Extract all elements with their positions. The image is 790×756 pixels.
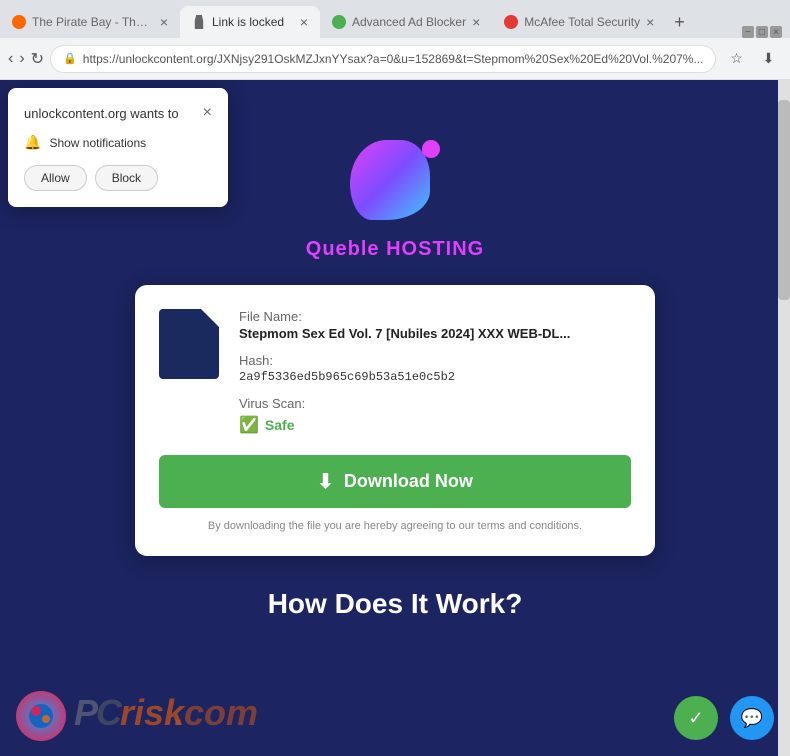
address-bar: ‹ › ↻ 🔒 https://unlockcontent.org/JXNjsy… bbox=[0, 38, 790, 80]
bottom-right-buttons: ✓ 💬 bbox=[674, 696, 774, 740]
notif-title: unlockcontent.org wants to bbox=[24, 106, 179, 121]
download-label: Download Now bbox=[344, 471, 473, 492]
forward-button[interactable]: › bbox=[19, 45, 24, 73]
how-title: How Does It Work? bbox=[268, 588, 523, 620]
hash-value: 2a9f5336ed5b965c69b53a51e0c5b2 bbox=[239, 370, 631, 384]
ssl-lock-icon: 🔒 bbox=[63, 52, 77, 65]
virus-label: Virus Scan: bbox=[239, 396, 631, 411]
file-info-row: File Name: Stepmom Sex Ed Vol. 7 [Nubile… bbox=[159, 309, 631, 435]
download-indicator[interactable]: ⬇ bbox=[754, 45, 782, 73]
tab-favicon-mcafee bbox=[504, 15, 518, 29]
address-text: https://unlockcontent.org/JXNjsy291OskMZ… bbox=[83, 52, 704, 66]
bottom-section: How Does It Work? bbox=[268, 588, 523, 620]
file-details: File Name: Stepmom Sex Ed Vol. 7 [Nubile… bbox=[239, 309, 631, 435]
terms-text: By downloading the file you are hereby a… bbox=[159, 520, 631, 532]
allow-button[interactable]: Allow bbox=[24, 165, 87, 191]
scrollbar[interactable] bbox=[778, 80, 790, 756]
tab-favicon-pirate bbox=[12, 15, 26, 29]
notification-popup: unlockcontent.org wants to × 🔔 Show noti… bbox=[8, 88, 228, 207]
notif-close-button[interactable]: × bbox=[203, 104, 212, 122]
new-tab-button[interactable]: + bbox=[666, 12, 693, 33]
page-content: unlockcontent.org wants to × 🔔 Show noti… bbox=[0, 80, 790, 756]
file-card: File Name: Stepmom Sex Ed Vol. 7 [Nubile… bbox=[135, 285, 655, 556]
pcrisk-circle-icon bbox=[16, 691, 66, 741]
site-logo-text: Queble HOSTING bbox=[306, 238, 484, 261]
bookmark-button[interactable]: ☆ bbox=[722, 45, 750, 73]
notif-subtitle: Show notifications bbox=[49, 136, 146, 150]
pcrisk-logo: P C risk .com bbox=[16, 687, 274, 745]
close-button[interactable]: × bbox=[770, 26, 782, 38]
virus-status: ✅ Safe bbox=[239, 415, 631, 435]
file-name-label: File Name: bbox=[239, 309, 631, 324]
logo-blob bbox=[350, 140, 440, 230]
safe-text: Safe bbox=[265, 417, 295, 433]
maximize-button[interactable]: □ bbox=[756, 26, 768, 38]
tab-favicon-lock bbox=[192, 15, 206, 29]
tab-label-pirate: The Pirate Bay - The g... bbox=[32, 15, 154, 29]
back-button[interactable]: ‹ bbox=[8, 45, 13, 73]
tab-favicon-adblocker bbox=[332, 15, 346, 29]
file-name-value: Stepmom Sex Ed Vol. 7 [Nubiles 2024] XXX… bbox=[239, 326, 631, 341]
block-button[interactable]: Block bbox=[95, 165, 158, 191]
green-check-button[interactable]: ✓ bbox=[674, 696, 718, 740]
tab-close-mcafee[interactable]: × bbox=[646, 14, 654, 30]
pcrisk-text: P C risk .com bbox=[74, 687, 274, 745]
svg-text:.com: .com bbox=[174, 692, 258, 733]
tab-locked[interactable]: Link is locked × bbox=[180, 6, 320, 38]
tab-mcafee[interactable]: McAfee Total Security × bbox=[492, 6, 666, 38]
scrollbar-thumb[interactable] bbox=[778, 100, 790, 300]
window-controls: − □ × bbox=[734, 26, 790, 38]
chat-button[interactable]: 💬 bbox=[730, 696, 774, 740]
notif-row: 🔔 Show notifications bbox=[24, 134, 212, 151]
file-icon bbox=[159, 309, 219, 379]
tab-close-adblocker[interactable]: × bbox=[472, 14, 480, 30]
notif-header: unlockcontent.org wants to × bbox=[24, 104, 212, 122]
blob-dot bbox=[422, 140, 440, 158]
tab-pirate[interactable]: The Pirate Bay - The g... × bbox=[0, 6, 180, 38]
browser-frame: The Pirate Bay - The g... × Link is lock… bbox=[0, 0, 790, 756]
download-arrow-icon: ⬇ bbox=[317, 469, 334, 494]
tab-close-pirate[interactable]: × bbox=[160, 14, 168, 30]
tab-label-mcafee: McAfee Total Security bbox=[524, 15, 640, 29]
svg-text:C: C bbox=[96, 692, 123, 733]
bottom-watermark: P C risk .com bbox=[0, 676, 790, 756]
logo-area: Queble HOSTING bbox=[306, 140, 484, 261]
address-input[interactable]: 🔒 https://unlockcontent.org/JXNjsy291Osk… bbox=[50, 45, 716, 73]
hash-label: Hash: bbox=[239, 353, 631, 368]
download-button[interactable]: ⬇ Download Now bbox=[159, 455, 631, 508]
check-circle-icon: ✅ bbox=[239, 415, 259, 435]
address-actions: ☆ ⬇ 👤 ⋮ bbox=[722, 45, 790, 73]
notif-buttons: Allow Block bbox=[24, 165, 212, 191]
profile-button[interactable]: 👤 bbox=[786, 45, 790, 73]
blob-main bbox=[350, 140, 430, 220]
tab-label-adblocker: Advanced Ad Blocker bbox=[352, 15, 466, 29]
tab-close-locked[interactable]: × bbox=[300, 14, 308, 30]
bell-icon: 🔔 bbox=[24, 134, 41, 151]
tab-label-locked: Link is locked bbox=[212, 15, 284, 29]
tab-adblocker[interactable]: Advanced Ad Blocker × bbox=[320, 6, 492, 38]
minimize-button[interactable]: − bbox=[742, 26, 754, 38]
tab-bar: The Pirate Bay - The g... × Link is lock… bbox=[0, 0, 790, 38]
refresh-button[interactable]: ↻ bbox=[31, 45, 44, 73]
